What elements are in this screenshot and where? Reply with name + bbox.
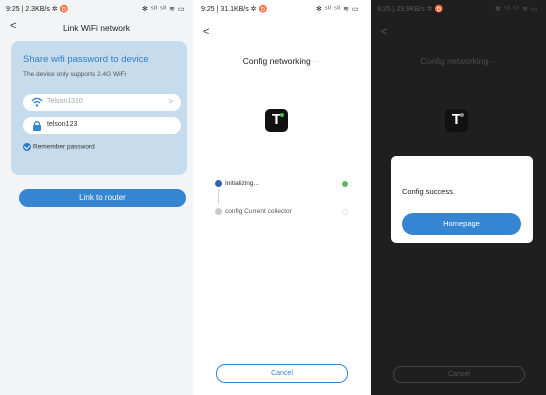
page-title: Config networking··· [371,56,546,66]
step-config-collector: config Current collector [215,208,292,215]
homepage-button[interactable]: Homepage [402,213,521,235]
config-networking-screen: 9:25 | 31.1KB/s ✲ ♉ ✻ ⁵ᴵˡ ⁵ᴵˡ ≋ ▭ < Conf… [195,0,367,395]
ssid-value: Telson1310 [47,98,83,105]
app-logo-icon: T [265,109,288,132]
step-bullet-icon [215,208,222,215]
step-label: Initializing... [225,180,259,188]
card-heading: Share wifi password to device [23,54,149,65]
app-logo-icon: T [445,109,468,132]
page-title: Link WiFi network [62,23,131,33]
band-note: The device only supports 2.4G WiFi [23,71,126,78]
status-time: 9:25 | 29.9KB/s ✲ ♉ [377,6,444,13]
chevron-right-icon[interactable]: > [168,97,173,106]
status-bar: 9:25 | 2.3KB/s ✲ ♉ ✻ ⁵ᴵˡ ⁵ᴵˡ ≋ ▭ [0,5,193,17]
dialog-message: Config success. [402,187,455,196]
logo-dot [280,113,284,117]
status-time: 9:25 | 31.1KB/s ✲ ♉ [201,6,268,13]
back-icon: < [381,26,388,38]
back-icon[interactable]: < [203,26,209,38]
status-icons: ✻ ⁵ᴵˡ ⁵ᴵˡ ≋ ▭ [495,6,538,13]
status-bar: 9:25 | 31.1KB/s ✲ ♉ ✻ ⁵ᴵˡ ⁵ᴵˡ ≋ ▭ [195,5,367,17]
check-icon [23,143,31,151]
step-initializing: Initializing... [215,180,259,187]
logo-letter: T [271,111,282,128]
page-title: Config networking··· [195,56,367,66]
remember-label: Remember password [33,143,95,151]
status-time: 9:25 | 2.3KB/s ✲ ♉ [6,6,69,13]
status-icons: ✻ ⁵ᴵˡ ⁵ᴵˡ ≋ ▭ [316,6,359,13]
pending-status-icon [342,209,348,215]
status-icons: ✻ ⁵ᴵˡ ⁵ᴵˡ ≋ ▭ [142,6,185,13]
link-wifi-screen: 9:25 | 2.3KB/s ✲ ♉ ✻ ⁵ᴵˡ ⁵ᴵˡ ≋ ▭ < Link … [0,0,193,395]
password-value: telson123 [47,121,78,128]
config-success-screen: 9:25 | 29.9KB/s ✲ ♉ ✻ ⁵ᴵˡ ⁵ᴵˡ ≋ ▭ < Conf… [371,0,546,395]
title-text: Config networking [242,56,311,66]
loading-dots: ··· [488,56,497,66]
ssid-field[interactable]: Telson1310 > [23,94,181,111]
title-text: Config networking [420,56,489,66]
logo-letter: T [451,111,462,128]
step-label: config Current collector [225,208,292,216]
status-bar: 9:25 | 29.9KB/s ✲ ♉ ✻ ⁵ᴵˡ ⁵ᴵˡ ≋ ▭ [371,5,546,17]
step-connector [218,189,219,205]
cancel-button[interactable]: Cancel [216,364,348,383]
step-bullet-icon [215,180,222,187]
loading-dots: ··· [310,56,320,66]
success-status-icon [342,181,348,187]
lock-icon [33,121,41,131]
remember-password-checkbox[interactable]: Remember password [23,143,95,151]
logo-dot [460,113,464,117]
success-dialog: Config success. Homepage [391,156,533,243]
password-field[interactable]: telson123 [23,117,181,134]
cancel-button: Cancel [393,366,525,383]
wifi-card: Share wifi password to device The device… [11,41,187,175]
link-router-button[interactable]: Link to router [19,189,186,207]
wifi-icon [31,97,43,107]
